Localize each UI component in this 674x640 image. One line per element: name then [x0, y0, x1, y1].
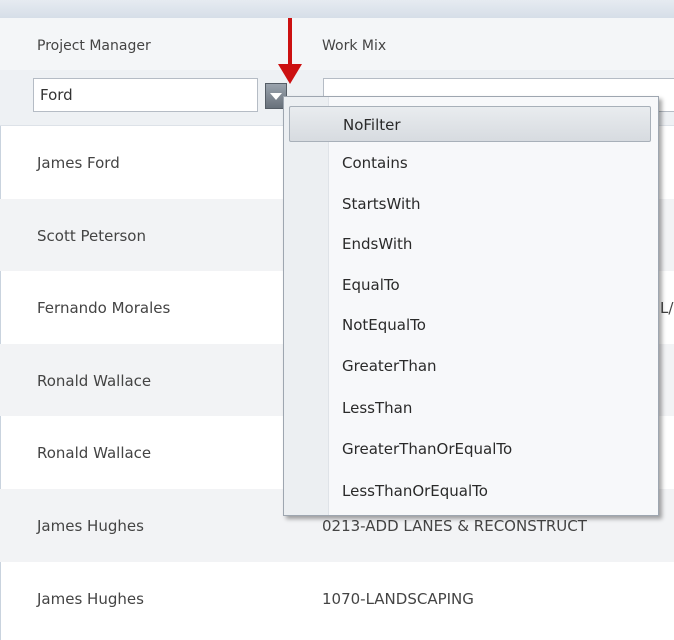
menu-item-equalto[interactable]: EqualTo	[289, 267, 651, 303]
cell-work-mix: 0213-ADD LANES & RECONSTRUCT	[322, 516, 587, 535]
cell-project-manager: James Hughes	[37, 589, 144, 608]
table-row[interactable]: James Hughes 1070-LANDSCAPING	[0, 562, 674, 635]
cell-project-manager: Ronald Wallace	[37, 444, 152, 463]
cell-project-manager: James Ford	[37, 154, 120, 172]
menu-item-lessthanorequalto[interactable]: LessThanOrEqualTo	[289, 473, 651, 509]
menu-item-contains[interactable]: Contains	[289, 145, 651, 181]
menu-item-greaterthan[interactable]: GreaterThan	[289, 348, 651, 384]
menu-item-endswith[interactable]: EndsWith	[289, 226, 651, 262]
cell-project-manager: Ronald Wallace	[37, 371, 152, 390]
cell-work-mix: 1070-LANDSCAPING	[322, 589, 474, 608]
menu-item-notequalto[interactable]: NotEqualTo	[289, 307, 651, 343]
cell-project-manager: Scott Peterson	[37, 226, 146, 245]
menu-item-nofilter[interactable]: NoFilter	[289, 106, 651, 142]
cell-work-mix: L/	[660, 299, 674, 318]
menu-item-greaterthanorequalto[interactable]: GreaterThanOrEqualTo	[289, 431, 651, 467]
column-header-work-mix[interactable]: Work Mix	[322, 38, 386, 54]
cell-project-manager: Fernando Morales	[37, 299, 171, 318]
menu-item-lessthan[interactable]: LessThan	[289, 390, 651, 426]
menu-item-startswith[interactable]: StartsWith	[289, 186, 651, 222]
cell-project-manager: James Hughes	[37, 516, 144, 535]
annotation-arrow-shaft	[288, 18, 292, 68]
filter-operator-menu: NoFilter Contains StartsWith EndsWith Eq…	[283, 96, 659, 516]
project-manager-filter-input[interactable]: Ford	[33, 78, 258, 112]
top-bar	[0, 0, 674, 19]
grid-header: Project Manager Work Mix	[0, 18, 674, 70]
down-arrow-icon	[278, 64, 302, 84]
column-header-project-manager[interactable]: Project Manager	[37, 38, 151, 54]
